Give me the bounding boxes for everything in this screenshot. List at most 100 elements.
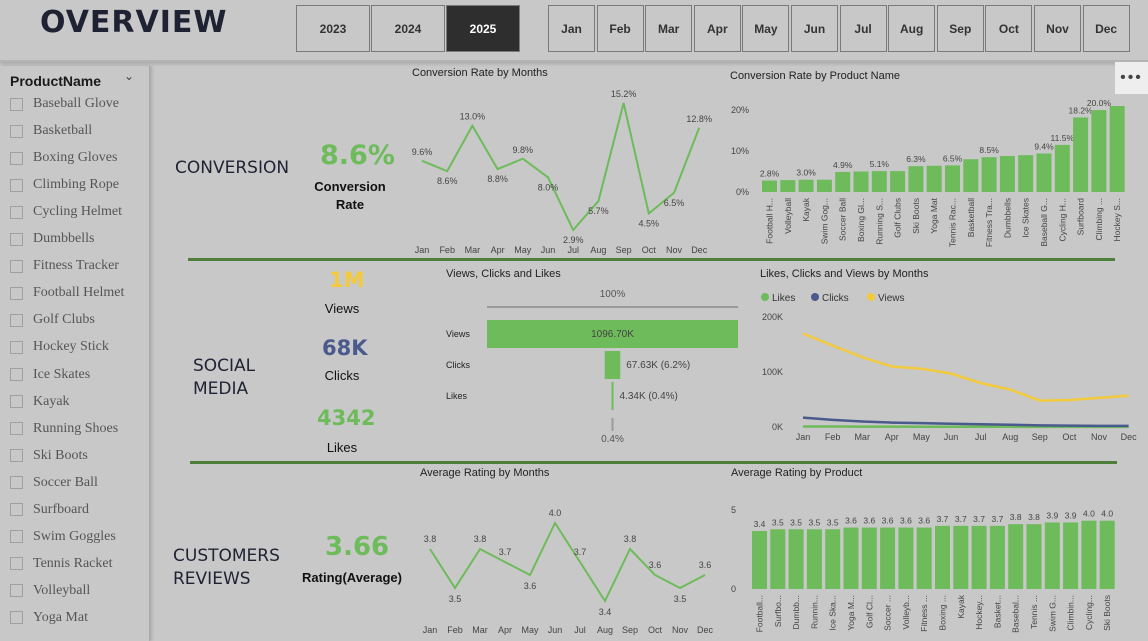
checkbox[interactable] [10,124,23,138]
bar [926,165,942,192]
legend-label: Views [878,293,905,304]
slicer-item[interactable]: Volleyball [10,581,90,601]
slicer-item[interactable]: Swim Goggles [10,527,116,547]
x-tick-label: Cycling H... [1057,198,1067,241]
month-button-apr[interactable]: Apr [693,5,741,52]
slicer-item[interactable]: Climbing Rope [10,175,119,195]
slicer-item[interactable]: Dumbbells [10,229,94,249]
month-button-oct[interactable]: Oct [985,5,1033,52]
data-label: 3.9 [1046,510,1058,520]
checkbox[interactable] [10,395,23,409]
slicer-item[interactable]: Baseball Glove [10,94,119,114]
slicer-item[interactable]: Running Shoes [10,419,118,439]
section-reviews: CUSTOMERS REVIEWS [173,546,280,589]
bar [853,171,869,192]
slicer-item[interactable]: Yoga Mat [10,608,88,628]
data-label: 4.0 [1083,509,1095,519]
x-tick-label: Nov [666,245,683,255]
funnel-category: Likes [446,391,468,401]
likes-kpi: 4342 [317,406,376,430]
year-button-2024[interactable]: 2024 [371,5,445,52]
bar [770,529,786,589]
chart-title-rating-months: Average Rating by Months [420,467,550,479]
bar [1081,520,1097,589]
x-tick-label: Oct [1062,432,1077,442]
data-label: 3.7 [499,547,512,557]
checkbox[interactable] [10,151,23,165]
checkbox[interactable] [10,557,23,571]
month-button-jul[interactable]: Jul [839,5,887,52]
checkbox[interactable] [10,584,23,598]
data-label: 3.5 [790,517,802,527]
data-label: 5.7% [588,206,609,216]
funnel-category: Views [446,329,470,339]
data-label: 5.1% [870,159,890,169]
month-button-mar[interactable]: Mar [645,5,693,52]
x-tick-label: Jun [548,625,563,635]
rating-caption: Rating(Average) [302,570,402,585]
checkbox[interactable] [10,313,23,327]
slicer-item[interactable]: Hockey Stick [10,337,109,357]
checkbox[interactable] [10,503,23,517]
x-tick-label: Ice Skates [1021,198,1031,238]
month-button-nov[interactable]: Nov [1034,5,1081,52]
checkbox[interactable] [10,340,23,354]
year-button-2025[interactable]: 2025 [446,5,520,52]
checkbox[interactable] [10,97,23,111]
checkbox[interactable] [10,368,23,381]
month-button-dec[interactable]: Dec [1082,5,1130,52]
chart-title-conv-months: Conversion Rate by Months [412,67,548,79]
product-slicer: ProductName ⌄ Baseball Glove Basketball Bo… [0,66,150,641]
bar [861,527,877,589]
month-button-sep[interactable]: Sep [936,5,984,52]
slicer-item[interactable]: Fitness Tracker [10,256,119,276]
x-tick-label: Running S... [874,198,884,245]
data-label: 3.4 [754,519,766,529]
slicer-item[interactable]: Boxing Gloves [10,148,117,168]
month-button-jan[interactable]: Jan [548,5,595,52]
checkbox[interactable] [10,232,23,246]
clicks-label: Clicks [324,368,360,383]
checkbox[interactable] [10,422,23,436]
data-label: 4.34K (0.4%) [620,391,678,402]
rating-by-months-chart: 3.8 Jan 3.5 Feb 3.8 Mar 3.7 Apr 3.6 May 4.0 Jun 3.7 J… [423,508,714,635]
x-tick-label: Kayak [801,197,811,221]
checkbox[interactable] [10,476,23,490]
checkbox[interactable] [10,205,23,219]
month-button-may[interactable]: May [742,5,790,52]
slicer-item[interactable]: Ski Boots [10,446,88,466]
month-button-aug[interactable]: Aug [888,5,936,52]
slicer-item[interactable]: Tennis Racket [10,554,113,574]
month-button-jun[interactable]: Jun [791,5,838,52]
slicer-item[interactable]: Basketball [10,121,92,141]
checkbox[interactable] [10,178,23,192]
x-tick-label: Dec [697,625,714,635]
bar [1044,522,1060,589]
slicer-item[interactable]: Surfboard [10,500,89,520]
checkbox[interactable] [10,449,23,463]
funnel-bar [611,382,614,410]
x-tick-label: Tennis ... [1029,595,1039,629]
slicer-item[interactable]: Cycling Helmet [10,202,122,222]
slicer-item[interactable]: Kayak [10,392,70,412]
data-label: 4.9% [833,160,853,170]
x-tick-label: Yoga M... [846,595,856,631]
x-tick-label: May [521,625,539,635]
slicer-item-label: Surfboard [33,501,89,517]
slicer-item[interactable]: Golf Clubs [10,310,95,330]
month-button-feb[interactable]: Feb [596,5,644,52]
checkbox[interactable] [10,286,23,300]
bar [816,179,832,192]
slicer-item[interactable]: Football Helmet [10,283,124,303]
slicer-item[interactable]: Ice Skates [10,365,90,385]
chevron-down-icon[interactable]: ⌄ [124,69,134,83]
checkbox[interactable] [10,611,23,625]
checkbox[interactable] [10,259,23,273]
slicer-item-label: Dumbbells [33,231,95,247]
series-line [421,102,701,232]
year-button-2023[interactable]: 2023 [296,5,370,52]
data-label: 3.7 [955,514,967,524]
slicer-item[interactable]: Soccer Ball [10,473,98,493]
x-tick-label: Nov [1091,432,1108,442]
checkbox[interactable] [10,530,23,544]
